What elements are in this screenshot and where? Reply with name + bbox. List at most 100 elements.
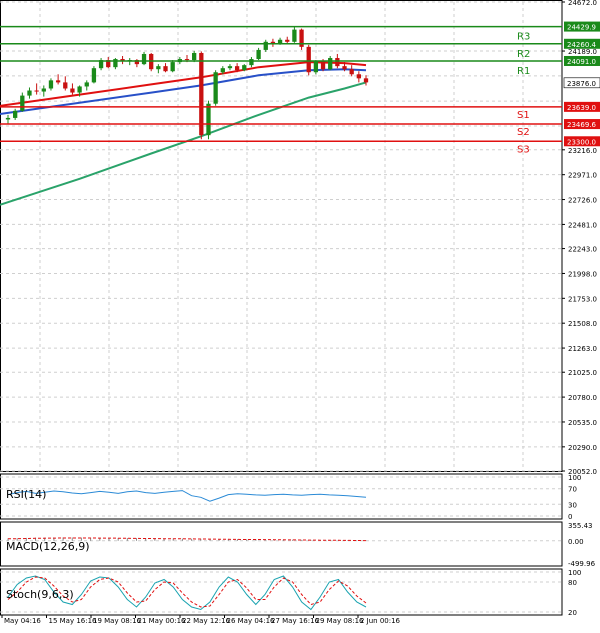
price-tick-label: 20535.0: [568, 419, 597, 427]
candle-body: [70, 88, 75, 93]
pivot-name-r2: R2: [517, 49, 530, 60]
candle: [41, 85, 46, 97]
candle-body: [342, 66, 347, 70]
panel-tick-label: 80: [568, 579, 577, 587]
price-tick-label: 20780.0: [568, 394, 597, 402]
panel-frame: [0, 568, 563, 616]
candle-body: [156, 66, 161, 70]
pivot-name-s3: S3: [517, 144, 530, 155]
candle-body: [328, 58, 333, 70]
candle: [306, 44, 311, 76]
candle: [213, 70, 218, 106]
price-tick-label: 21998.0: [568, 270, 597, 278]
price-tick-label: 24189.0: [568, 48, 597, 56]
candle-body: [292, 29, 297, 42]
candle-body: [63, 82, 68, 89]
chart-grid: [0, 0, 563, 472]
time-tick-label: 29 May 08:16: [316, 617, 365, 625]
pivot-price-label: 23469.6: [567, 121, 596, 129]
candle-body: [34, 90, 39, 92]
candle: [113, 58, 118, 70]
candle-body: [184, 59, 190, 61]
candle-body: [77, 86, 82, 93]
panel-frame: [0, 473, 563, 520]
candle-body: [27, 90, 32, 96]
price-chart: R324429.9R224260.4R124091.0S123639.0S223…: [0, 0, 600, 625]
candle: [13, 108, 18, 120]
price-tick-label: 21753.0: [568, 295, 597, 303]
price-axis: 24672.0 24189.0 23216.0 22971.0 22726.0 22481…: [562, 0, 600, 476]
candle-body: [220, 68, 225, 73]
candle-body: [242, 65, 247, 71]
price-tick-label: 23216.0: [568, 147, 597, 155]
time-tick-label: May 04:16: [4, 617, 41, 625]
candle-body: [256, 49, 261, 60]
time-tick-label: 22 May 12:16: [182, 617, 231, 625]
candle: [163, 63, 168, 73]
chart-frame: [0, 0, 563, 472]
candle-body: [199, 52, 204, 136]
candle: [91, 66, 97, 84]
candle: [356, 71, 361, 83]
candle-body: [227, 66, 233, 69]
candle-body: [313, 61, 319, 73]
candle-body: [306, 46, 311, 73]
candle: [242, 64, 247, 72]
price-tick-label: 22243.0: [568, 246, 597, 254]
panel-tick-label: 355.43: [568, 522, 593, 530]
panel-tick-label: 30: [568, 501, 577, 509]
pivot-name-r1: R1: [517, 66, 530, 77]
candle: [141, 51, 147, 66]
candle: [363, 75, 369, 86]
macd-panel: 355.43 0.00 -499.96 MACD(12,26,9): [0, 521, 596, 568]
time-tick-label: 19 May 08:16: [93, 617, 142, 625]
stoch-label: Stoch(9,6,3): [6, 588, 74, 601]
panel-tick-label: 0: [568, 513, 572, 521]
pivot-price-label: 24429.9: [567, 24, 596, 32]
candle: [27, 87, 32, 99]
macd-label: MACD(12,26,9): [6, 540, 90, 553]
candle: [106, 57, 111, 69]
pivot-price-label: 24091.0: [567, 58, 596, 66]
candle-body: [356, 74, 361, 79]
indicator-panels: 100 70 30 0 RSI(14) 355.43 0.00 -499.96 MACD(12,…: [0, 473, 596, 617]
candle: [63, 76, 68, 91]
candle-body: [234, 66, 240, 71]
pivot-name-s2: S2: [517, 127, 530, 138]
candle: [120, 56, 125, 65]
rsi-panel: 100 70 30 0 RSI(14): [0, 473, 581, 521]
candle: [156, 64, 161, 74]
candle-body: [55, 80, 61, 83]
candle-body: [5, 117, 11, 120]
time-tick-label: 21 May 00:16: [138, 617, 187, 625]
candle-body: [141, 53, 147, 65]
pivot-price-label: 23300.0: [567, 138, 596, 146]
panel-tick-label: 100: [568, 474, 581, 482]
price-tick-label: 24672.0: [568, 0, 597, 7]
candle-body: [335, 58, 340, 67]
candle: [98, 58, 104, 71]
price-tick-label: 22971.0: [568, 172, 597, 180]
moving-average-line: [0, 61, 367, 107]
candle-body: [163, 66, 168, 72]
pivot-price-label: 23639.0: [567, 104, 596, 112]
candle-body: [213, 72, 218, 104]
candle-body: [285, 39, 290, 42]
panel-tick-label: 100: [568, 569, 581, 577]
candle: [48, 78, 54, 91]
candle-body: [349, 69, 354, 75]
candle: [20, 92, 25, 112]
candle-body: [249, 59, 254, 66]
candle: [285, 36, 290, 44]
candle: [149, 52, 154, 72]
candle: [249, 57, 254, 68]
candle-body: [263, 41, 268, 50]
candle-body: [206, 103, 211, 136]
time-tick-label: 26 May 04:16: [227, 617, 276, 625]
candle: [199, 51, 204, 140]
candle: [349, 65, 354, 77]
candle: [292, 26, 297, 43]
panel-tick-label: 0.00: [568, 538, 584, 546]
candle-body: [48, 80, 54, 89]
candle-body: [41, 88, 46, 92]
